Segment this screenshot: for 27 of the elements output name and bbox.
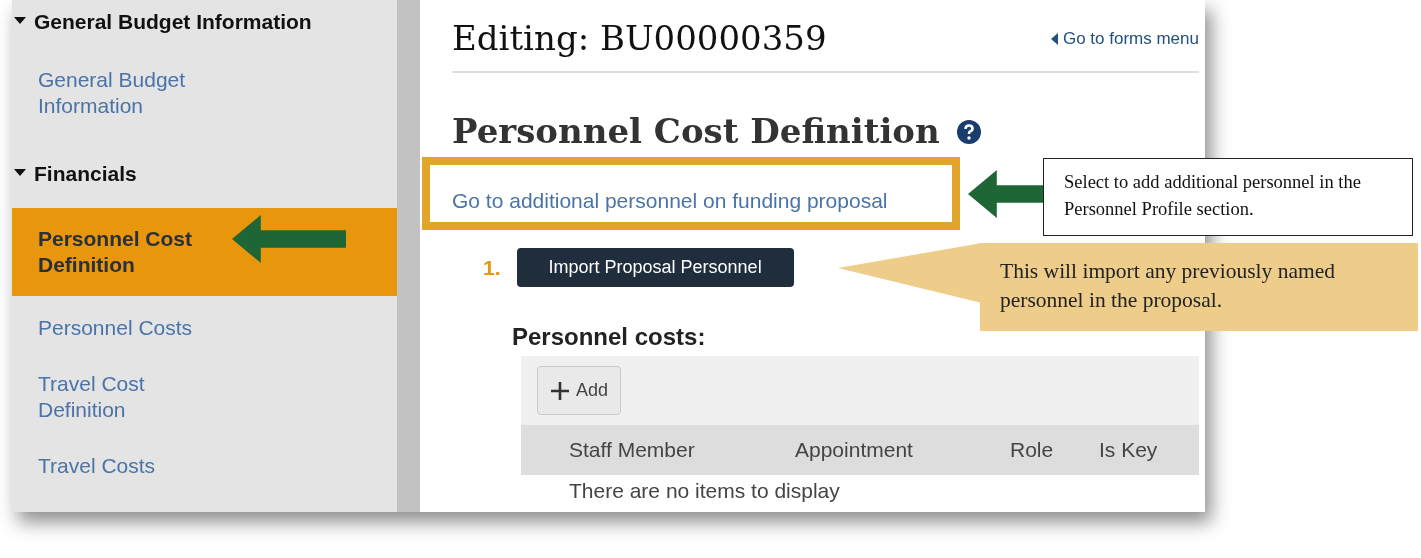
- column-header[interactable]: Role: [1010, 434, 1099, 466]
- sidebar-item[interactable]: Personnel Costs: [12, 304, 397, 352]
- scrollbar[interactable]: [397, 0, 420, 512]
- add-button[interactable]: Add: [537, 366, 622, 416]
- section-heading[interactable]: General Budget Information: [34, 8, 312, 36]
- import-button[interactable]: Import Proposal Personnel: [516, 248, 794, 288]
- sidebar-item[interactable]: General Budget Information: [12, 56, 397, 130]
- page-heading: Editing: BU00000359: [452, 20, 827, 58]
- arrow-icon: [232, 215, 346, 263]
- step-number: 1.: [483, 255, 501, 282]
- caret-left-icon: [1050, 32, 1058, 45]
- column-header[interactable]: Is Key: [1099, 434, 1199, 466]
- proposal-link[interactable]: Go to additional personnel on funding proposal: [452, 188, 888, 212]
- sidebar-item[interactable]: Personnel Cost Definition: [12, 208, 397, 296]
- section-title: Personnel Cost Definition: [452, 113, 940, 151]
- arrow-icon: [968, 170, 1044, 218]
- section-heading[interactable]: Financials: [34, 160, 137, 188]
- column-header[interactable]: Appointment: [795, 434, 1010, 466]
- back-link[interactable]: Go to forms menu: [1050, 25, 1199, 52]
- plus-icon: [550, 380, 570, 401]
- empty-message: There are no items to display: [568, 478, 841, 505]
- help-icon[interactable]: [955, 119, 982, 146]
- sidebar-item[interactable]: Travel Costs: [12, 442, 397, 490]
- sidebar-item[interactable]: Travel Cost Definition: [12, 360, 397, 434]
- callout-note: Select to add additional personnel in the Personnel Profile section.: [1043, 158, 1413, 236]
- column-header[interactable]: Staff Member: [569, 434, 795, 466]
- grid-heading: Personnel costs:: [512, 323, 706, 353]
